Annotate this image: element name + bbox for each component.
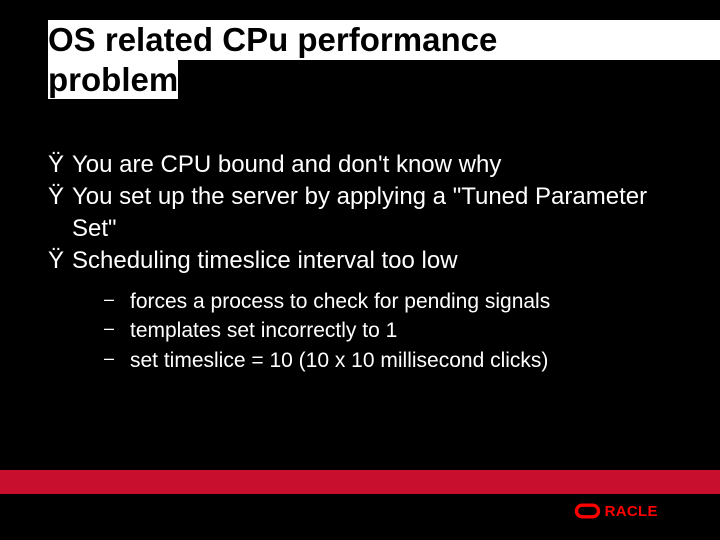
slide: OS related CPu performance problem Ÿ You… [0, 0, 720, 540]
sub-bullet-item: – set timeslice = 10 (10 x 10 millisecon… [104, 346, 680, 375]
content-area: Ÿ You are CPU bound and don't know why Ÿ… [0, 99, 720, 375]
bullet-marker: Ÿ [48, 181, 72, 243]
bullet-item: Ÿ Scheduling timeslice interval too low [48, 245, 680, 276]
brand-bar [0, 470, 720, 494]
logo-row: RACLE [0, 494, 720, 520]
bullet-item: Ÿ You set up the server by applying a "T… [48, 181, 680, 243]
sub-bullet-text: set timeslice = 10 (10 x 10 millisecond … [130, 346, 680, 375]
slide-title-line2: problem [48, 60, 178, 100]
bullet-item: Ÿ You are CPU bound and don't know why [48, 149, 680, 180]
bullet-text: You are CPU bound and don't know why [72, 149, 680, 180]
bullet-text: You set up the server by applying a "Tun… [72, 181, 680, 243]
sub-bullet-text: templates set incorrectly to 1 [130, 316, 680, 345]
footer: RACLE [0, 470, 720, 520]
sub-bullet-item: – forces a process to check for pending … [104, 287, 680, 316]
sub-bullet-list: – forces a process to check for pending … [48, 277, 680, 375]
sub-bullet-marker: – [104, 346, 130, 375]
sub-bullet-item: – templates set incorrectly to 1 [104, 316, 680, 345]
bullet-text: Scheduling timeslice interval too low [72, 245, 680, 276]
svg-text:RACLE: RACLE [605, 503, 658, 520]
sub-bullet-marker: – [104, 316, 130, 345]
oracle-logo-icon: RACLE [574, 502, 686, 520]
slide-title-line1: OS related CPu performance [48, 20, 720, 60]
sub-bullet-marker: – [104, 287, 130, 316]
title-area: OS related CPu performance problem [0, 0, 720, 99]
bullet-marker: Ÿ [48, 245, 72, 276]
bullet-marker: Ÿ [48, 149, 72, 180]
sub-bullet-text: forces a process to check for pending si… [130, 287, 680, 316]
